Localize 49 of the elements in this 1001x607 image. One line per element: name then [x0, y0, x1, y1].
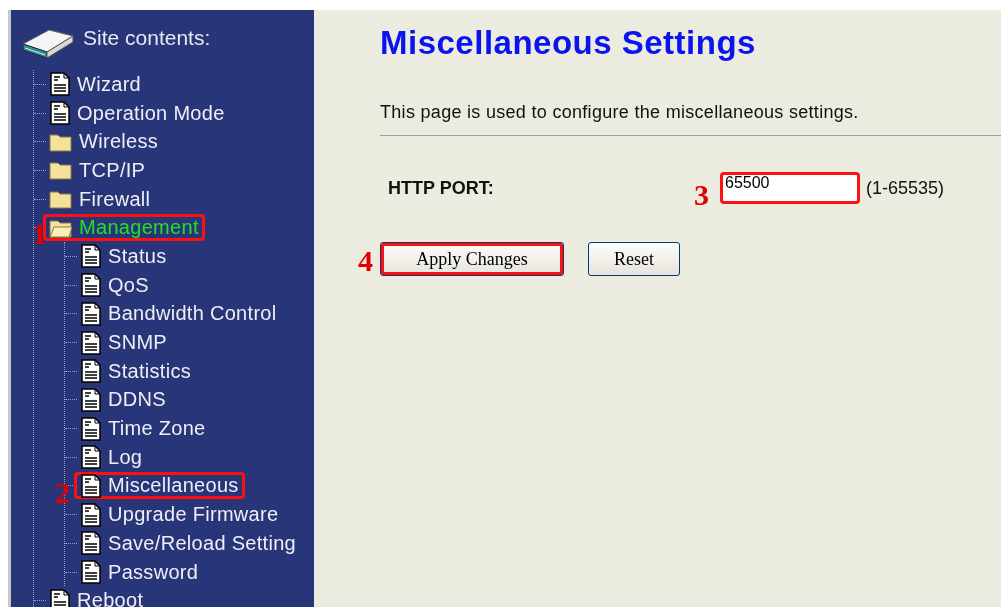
document-icon: [80, 273, 102, 298]
document-icon: [80, 359, 102, 384]
document-icon: [80, 560, 102, 585]
folder-item[interactable]: TCP/IP: [43, 156, 152, 184]
document-icon: [80, 473, 102, 498]
open-folder-icon: [49, 217, 73, 238]
folder-icon: [49, 189, 73, 210]
document-icon: [80, 387, 102, 412]
page-item[interactable]: Upgrade Firmware: [74, 501, 285, 529]
document-icon: [80, 330, 102, 355]
document-icon: [49, 101, 71, 126]
document-icon: [49, 72, 71, 97]
page-title: Miscellaneous Settings: [380, 24, 757, 62]
folder-item[interactable]: Management: [43, 214, 205, 242]
apply-button[interactable]: Apply Changes: [380, 242, 564, 276]
page-item[interactable]: Reboot: [43, 587, 150, 607]
document-icon: [80, 301, 102, 326]
page-item[interactable]: Time Zone: [74, 415, 212, 443]
sidebar-title: Site contents:: [83, 26, 211, 50]
callout-number: 4: [358, 246, 373, 276]
page-item[interactable]: Bandwidth Control: [74, 300, 283, 328]
document-icon: [49, 588, 71, 607]
page-item[interactable]: Save/Reload Setting: [74, 529, 303, 557]
document-icon: [80, 445, 102, 470]
page-item[interactable]: DDNS: [74, 386, 172, 414]
page-item[interactable]: SNMP: [74, 329, 173, 357]
folder-item[interactable]: Wireless: [43, 128, 165, 156]
port-range-hint: (1-65535): [866, 177, 945, 199]
folder-icon: [49, 160, 73, 181]
document-icon: [80, 416, 102, 441]
page-item[interactable]: Status: [74, 242, 173, 270]
folder-item[interactable]: Firewall: [43, 185, 157, 213]
document-icon: [80, 244, 102, 269]
page-item[interactable]: Statistics: [74, 357, 198, 385]
port-input[interactable]: 65500: [720, 172, 860, 204]
callout-number: 3: [694, 180, 709, 210]
page-item[interactable]: Operation Mode: [43, 99, 231, 127]
reset-button[interactable]: Reset: [588, 242, 680, 276]
page-item[interactable]: Log: [74, 443, 149, 471]
folder-icon: [49, 131, 73, 152]
page-description: This page is used to configure the miscellaneous settings.: [380, 102, 860, 123]
document-icon: [80, 502, 102, 527]
page-item[interactable]: Password: [74, 558, 205, 586]
document-icon: [80, 531, 102, 556]
page-item[interactable]: Miscellaneous: [74, 472, 245, 500]
page-item[interactable]: Wizard: [43, 70, 148, 98]
callout-number: 2: [55, 477, 70, 508]
page-item[interactable]: QoS: [74, 271, 155, 299]
field-label: HTTP PORT:: [388, 177, 494, 198]
